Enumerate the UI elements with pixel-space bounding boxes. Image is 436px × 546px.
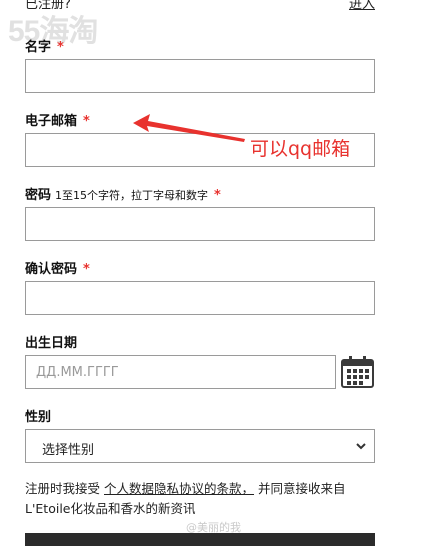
registered-text: 已注册?: [25, 0, 71, 12]
required-star: *: [83, 262, 90, 277]
password-input[interactable]: [25, 207, 375, 241]
required-star: *: [214, 188, 221, 203]
submit-button[interactable]: [25, 533, 375, 546]
gender-select[interactable]: 选择性别: [25, 429, 375, 463]
chevron-down-icon: [356, 443, 366, 450]
consent-text: 注册时我接受 个人数据隐私协议的条款， 并同意接收来自L'Etoile化妆品和香…: [25, 481, 346, 516]
required-star: *: [57, 40, 64, 55]
name-label: 名字 *: [25, 40, 64, 55]
privacy-policy-link[interactable]: 个人数据隐私协议的条款，: [104, 481, 254, 496]
required-star: *: [83, 114, 90, 129]
confirm-password-label: 确认密码 *: [25, 262, 90, 277]
calendar-icon: [341, 356, 374, 388]
calendar-button[interactable]: [340, 355, 375, 389]
gender-select-value: 选择性别: [42, 443, 95, 458]
email-label: 电子邮箱 *: [25, 114, 90, 129]
login-link[interactable]: 进入: [349, 0, 375, 12]
annotation-text: 可以qq邮箱: [250, 138, 351, 160]
gender-label: 性别: [25, 410, 52, 425]
confirm-password-input[interactable]: [25, 281, 375, 315]
login-prompt: 已注册? 进入: [25, 0, 375, 12]
birthdate-label: 出生日期: [25, 336, 78, 351]
password-hint: 1至15个字符，拉丁字母和数字: [55, 189, 209, 202]
name-input[interactable]: [25, 59, 375, 93]
password-label: 密码 1至15个字符，拉丁字母和数字 *: [25, 188, 221, 203]
birthdate-input[interactable]: [25, 355, 336, 389]
